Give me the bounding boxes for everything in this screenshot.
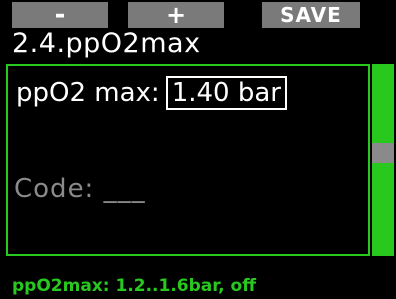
scrollbar[interactable] — [372, 64, 394, 256]
ppo2max-row: ppO2 max: 1.40 bar — [16, 76, 287, 110]
ppo2max-label: ppO2 max: — [16, 78, 160, 108]
scrollbar-thumb[interactable] — [372, 143, 394, 163]
minus-button[interactable]: - — [12, 2, 108, 28]
ppo2max-value-field[interactable]: 1.40 bar — [165, 76, 287, 110]
save-button[interactable]: SAVE — [262, 2, 360, 28]
settings-panel: ppO2 max: 1.40 bar Code: ___ — [6, 64, 370, 256]
code-field[interactable]: Code: ___ — [14, 174, 146, 204]
plus-button[interactable]: + — [128, 1, 224, 29]
page-title: 2.4.ppO2max — [12, 28, 201, 59]
device-screen: - + SAVE 2.4.ppO2max ppO2 max: 1.40 bar … — [0, 0, 396, 299]
range-hint: ppO2max: 1.2..1.6bar, off — [12, 276, 256, 296]
softkey-bar: - + SAVE — [0, 0, 396, 30]
